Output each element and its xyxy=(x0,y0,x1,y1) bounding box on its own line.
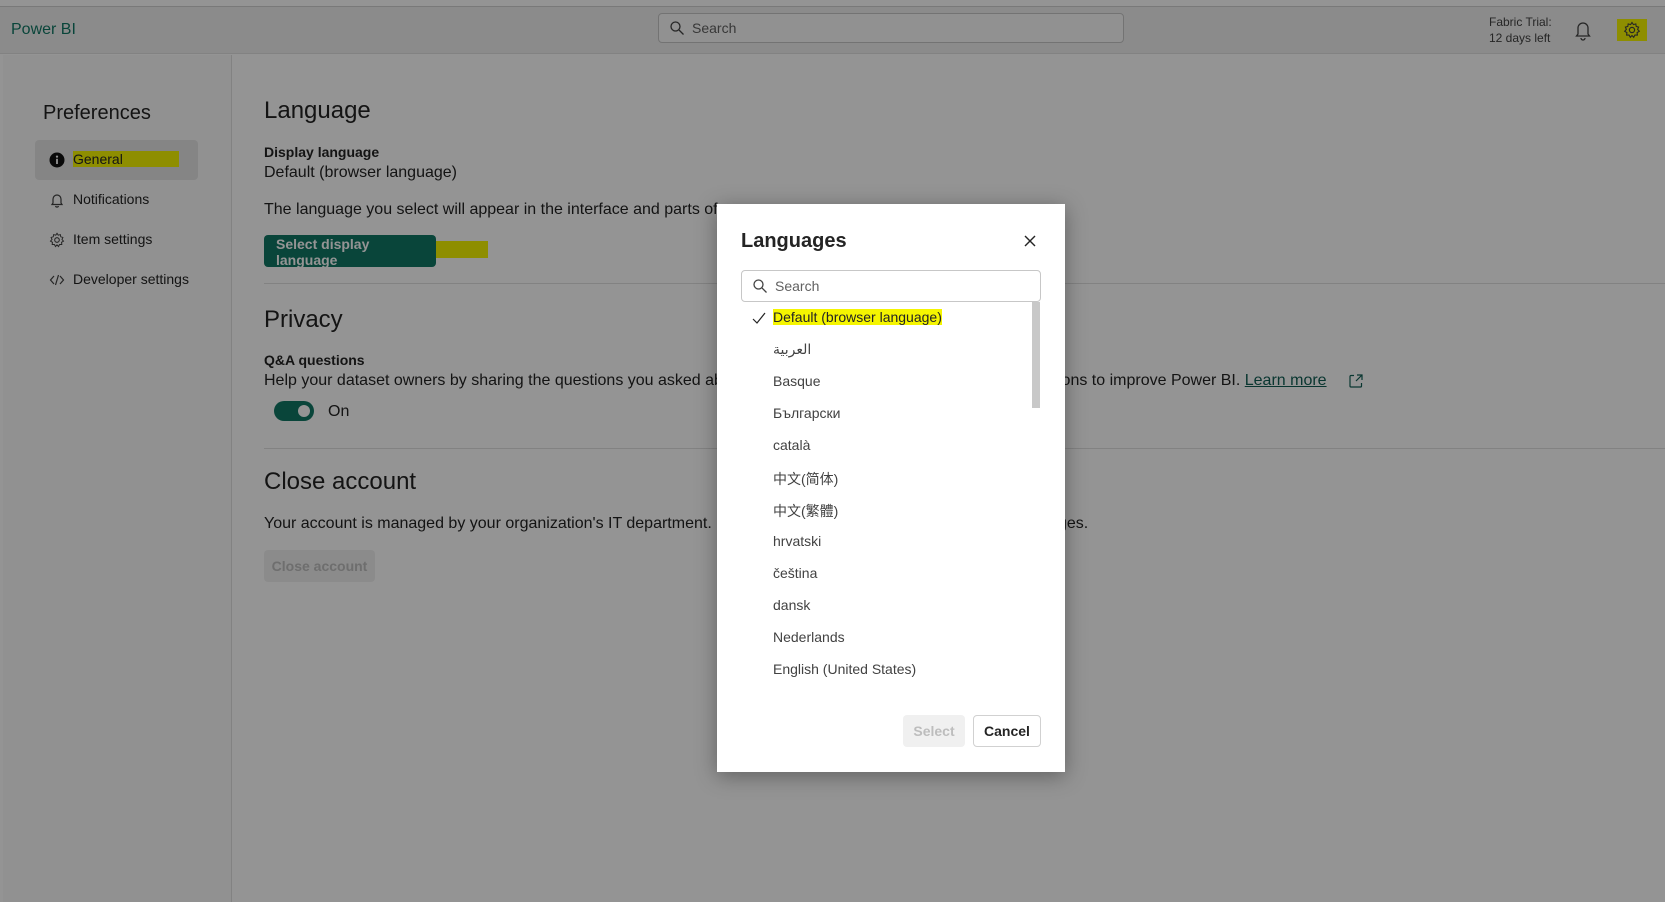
select-button[interactable]: Select xyxy=(903,715,965,747)
language-option-label: العربية xyxy=(773,341,812,357)
language-search-input[interactable]: Search xyxy=(741,270,1041,302)
language-option-label: English (United States) xyxy=(773,661,917,677)
language-option-label: Български xyxy=(773,405,841,421)
cancel-button[interactable]: Cancel xyxy=(973,715,1041,747)
language-option[interactable]: català xyxy=(741,430,1031,462)
language-option[interactable]: 中文(繁體) xyxy=(741,494,1031,526)
language-option[interactable]: Български xyxy=(741,398,1031,430)
language-option-label: català xyxy=(773,437,811,453)
language-option[interactable]: Basque xyxy=(741,366,1031,398)
language-option-label: čeština xyxy=(773,565,818,581)
language-option[interactable]: 中文(简体) xyxy=(741,462,1031,494)
dialog-title: Languages xyxy=(741,230,847,252)
checkmark-icon xyxy=(752,312,766,324)
language-option[interactable]: العربية xyxy=(741,334,1031,366)
language-option-label: hrvatski xyxy=(773,533,822,549)
language-option-label: 中文(繁體) xyxy=(773,503,839,519)
language-option[interactable]: dansk xyxy=(741,590,1031,622)
language-option-label: Nederlands xyxy=(773,629,845,645)
language-option-label: 中文(简体) xyxy=(773,471,839,487)
language-option[interactable]: Nederlands xyxy=(741,622,1031,654)
language-option-label: Default (browser language) xyxy=(773,309,942,325)
language-list: Default (browser language) العربية Basqu… xyxy=(741,302,1041,686)
close-icon[interactable] xyxy=(1023,234,1037,248)
language-list-scrollbar[interactable] xyxy=(1032,302,1040,408)
search-placeholder: Search xyxy=(775,278,820,294)
language-option-default[interactable]: Default (browser language) xyxy=(741,302,1031,334)
language-option[interactable]: English (United States) xyxy=(741,654,1031,686)
languages-dialog: Languages Search Default (browser langua… xyxy=(717,204,1065,772)
language-option-label: Basque xyxy=(773,373,821,389)
search-icon xyxy=(753,279,767,293)
language-option[interactable]: čeština xyxy=(741,558,1031,590)
language-option[interactable]: hrvatski xyxy=(741,526,1031,558)
language-option-label: dansk xyxy=(773,597,811,613)
